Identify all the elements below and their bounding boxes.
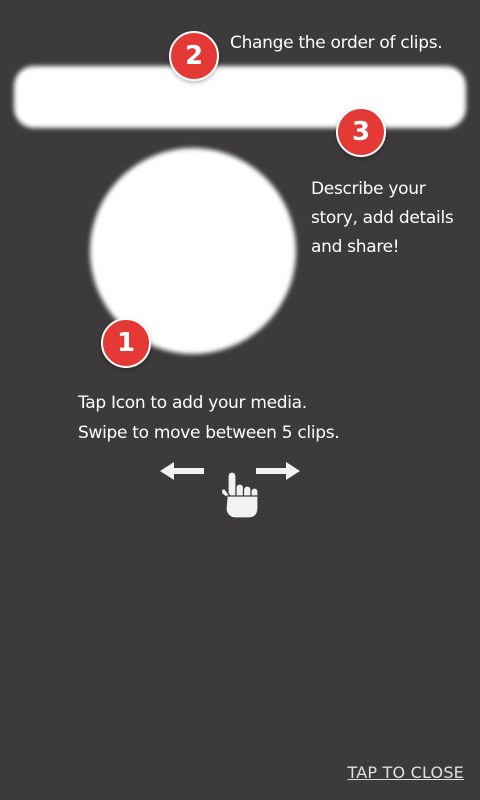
step-2-hint-line: Change the order of clips. (230, 33, 443, 53)
tap-to-close-link[interactable]: TAP TO CLOSE (348, 763, 464, 782)
arrow-right-icon (256, 462, 300, 480)
step-1-hint: Tap Icon to add your media. Swipe to mov… (78, 388, 340, 448)
hand-pointer-icon (220, 471, 259, 519)
step-1-hint-line-1: Tap Icon to add your media. (78, 393, 307, 413)
step-3-hint: Describe your story, add details and sha… (311, 175, 454, 262)
step-3-hint-line-3: and share! (311, 237, 400, 257)
step-1-hint-line-2: Swipe to move between 5 clips. (78, 423, 340, 443)
step-1-badge: 1 (101, 318, 151, 368)
step-2-badge: 2 (169, 31, 219, 81)
step-2-hint: Change the order of clips. (230, 33, 443, 53)
step-3-badge: 3 (336, 107, 386, 157)
arrow-left-icon (160, 462, 204, 480)
clip-order-bar-spotlight (14, 66, 466, 128)
swipe-gesture-illustration (158, 460, 302, 520)
step-3-hint-line-2: story, add details (311, 208, 454, 228)
step-3-hint-line-1: Describe your (311, 179, 426, 199)
